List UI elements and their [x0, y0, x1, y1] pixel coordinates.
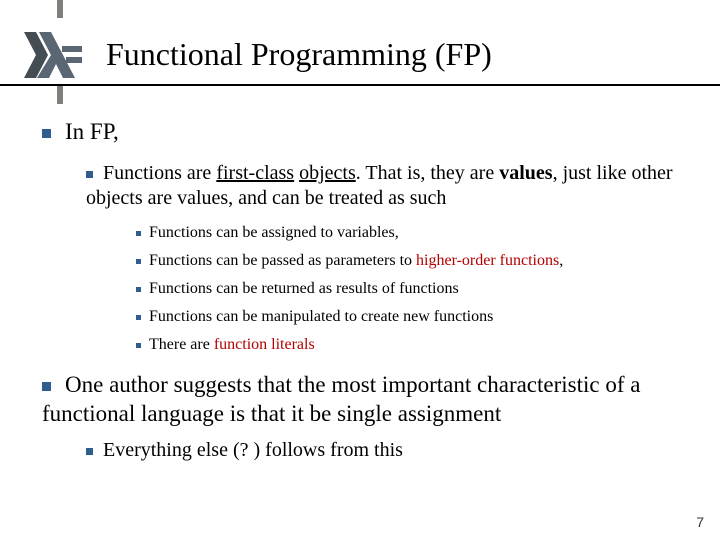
square-bullet-icon	[42, 382, 51, 391]
bullet-text: Functions can be passed as parameters to…	[149, 252, 563, 269]
slide-title: Functional Programming (FP)	[106, 36, 492, 73]
page-number: 7	[696, 514, 704, 530]
bullet-text: Functions can be assigned to variables,	[149, 224, 399, 241]
square-bullet-icon	[86, 171, 93, 178]
bullet-level1: In FP,	[42, 118, 682, 147]
bullet-level1: One author suggests that the most import…	[42, 371, 682, 429]
square-bullet-icon	[136, 259, 141, 264]
bullet-level3: Functions can be assigned to variables,	[136, 223, 682, 243]
bullet-text: There are function literals	[149, 336, 315, 353]
square-bullet-icon	[42, 129, 51, 138]
bullet-text: Functions can be manipulated to create n…	[149, 308, 493, 325]
bullet-level2: Functions are first-class objects. That …	[86, 161, 682, 211]
bullet-level2: Everything else (? ) follows from this	[86, 438, 682, 463]
square-bullet-icon	[136, 231, 141, 236]
square-bullet-icon	[136, 315, 141, 320]
bullet-text: Everything else (? ) follows from this	[103, 439, 403, 461]
bullet-text: One author suggests that the most import…	[42, 372, 640, 426]
square-bullet-icon	[136, 287, 141, 292]
tick-mark-top	[57, 0, 63, 18]
slide-body: In FP, Functions are first-class objects…	[42, 118, 682, 475]
bullet-text: Functions can be returned as results of …	[149, 280, 459, 297]
bullet-level3: Functions can be passed as parameters to…	[136, 251, 682, 271]
square-bullet-icon	[86, 448, 93, 455]
title-row: Functional Programming (FP)	[0, 32, 720, 86]
bullet-level3: There are function literals	[136, 335, 682, 355]
bullet-level3: Functions can be manipulated to create n…	[136, 307, 682, 327]
bullet-level3: Functions can be returned as results of …	[136, 279, 682, 299]
haskell-logo-icon	[24, 32, 82, 78]
tick-mark-bottom	[57, 86, 63, 104]
slide: Functional Programming (FP) In FP, Funct…	[0, 0, 720, 540]
square-bullet-icon	[136, 343, 141, 348]
title-underline	[0, 84, 720, 86]
bullet-text: Functions are first-class objects. That …	[86, 162, 673, 209]
bullet-text: In FP,	[65, 119, 119, 144]
